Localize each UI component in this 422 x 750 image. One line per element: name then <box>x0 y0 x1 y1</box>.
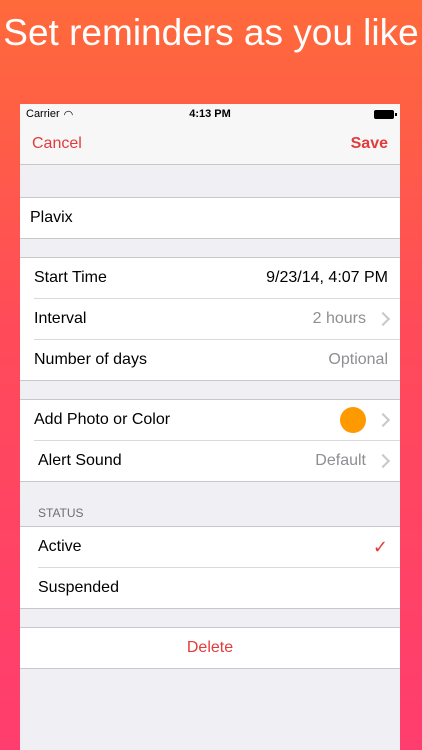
name-value: Plavix <box>30 209 73 226</box>
checkmark-icon: ✓ <box>372 536 388 557</box>
interval-value-group: 2 hours <box>312 310 391 328</box>
status-option-label: Active <box>38 538 82 555</box>
number-of-days-label: Number of days <box>34 351 147 368</box>
status-section: Active ✓ Suspended <box>20 526 400 609</box>
start-time-row[interactable]: Start Time 9/23/14, 4:07 PM <box>34 258 400 299</box>
save-button[interactable]: Save <box>351 135 388 153</box>
cancel-button[interactable]: Cancel <box>32 135 82 153</box>
name-section: Plavix <box>20 197 400 239</box>
start-time-value: 9/23/14, 4:07 PM <box>266 269 388 286</box>
status-section-header: STATUS <box>38 506 84 520</box>
carrier-label: Carrier <box>26 108 60 120</box>
headline: Set reminders as you like <box>3 12 419 53</box>
number-of-days-placeholder: Optional <box>328 351 388 368</box>
alert-sound-label: Alert Sound <box>38 452 122 469</box>
status-bar: Carrier ◠ 4:13 PM <box>20 104 400 124</box>
status-option-label: Suspended <box>38 579 119 596</box>
delete-section: Delete <box>20 627 400 669</box>
wifi-icon: ◠ <box>63 108 74 121</box>
status-time: 4:13 PM <box>189 108 231 120</box>
status-option-suspended[interactable]: Suspended <box>38 568 400 608</box>
add-photo-row[interactable]: Add Photo or Color <box>34 400 400 441</box>
interval-row[interactable]: Interval 2 hours <box>34 299 400 340</box>
alert-sound-row[interactable]: Alert Sound Default <box>38 441 400 481</box>
appearance-section: Add Photo or Color Alert Sound Default <box>20 399 400 482</box>
add-photo-label: Add Photo or Color <box>34 411 171 428</box>
photo-value-group <box>340 407 391 433</box>
start-time-label: Start Time <box>34 269 107 286</box>
schedule-section: Start Time 9/23/14, 4:07 PM Interval 2 h… <box>20 257 400 381</box>
interval-label: Interval <box>34 310 87 327</box>
alert-sound-value-group: Default <box>315 452 391 470</box>
alert-sound-value: Default <box>315 452 366 469</box>
battery-icon <box>374 109 397 119</box>
color-swatch <box>340 407 366 433</box>
status-option-active[interactable]: Active ✓ <box>38 527 400 568</box>
interval-value: 2 hours <box>312 310 366 327</box>
delete-button[interactable]: Delete <box>20 628 400 668</box>
chevron-right-icon <box>375 311 391 327</box>
phone-screen: Carrier ◠ 4:13 PM Cancel Save Plavix Sta… <box>20 104 400 750</box>
number-of-days-row[interactable]: Number of days Optional <box>34 340 400 380</box>
chevron-right-icon <box>375 453 391 469</box>
chevron-right-icon <box>375 412 391 428</box>
name-input[interactable]: Plavix <box>30 198 400 238</box>
navigation-bar: Cancel Save <box>20 124 400 165</box>
